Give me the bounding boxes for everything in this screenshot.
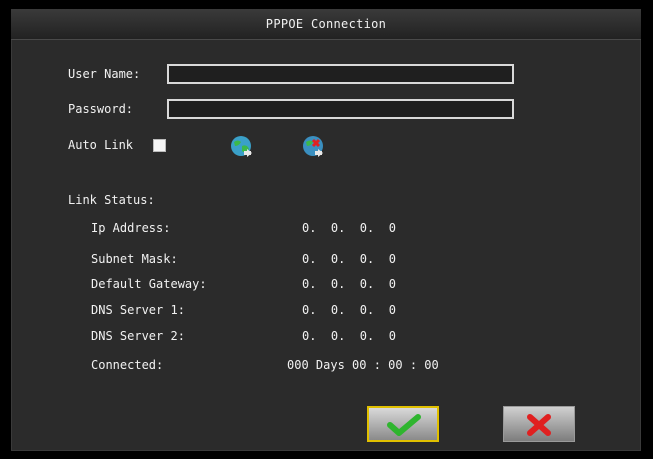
ip-address-label: Ip Address: <box>91 221 171 235</box>
password-label: Password: <box>68 102 134 116</box>
screen: PPPOE Connection User Name: Password: Au… <box>0 0 653 459</box>
red-x-icon <box>527 414 551 436</box>
default-gateway-label: Default Gateway: <box>91 277 207 291</box>
subnet-mask-value: 0. 0. 0. 0 <box>302 252 396 266</box>
dialog-title: PPPOE Connection <box>11 9 641 40</box>
green-checkmark-icon <box>387 414 421 436</box>
dns-server-2-value: 0. 0. 0. 0 <box>302 329 396 343</box>
connected-duration: 000 Days 00 : 00 : 00 <box>287 358 439 372</box>
password-input[interactable] <box>167 99 514 119</box>
dns-server-2-label: DNS Server 2: <box>91 329 185 343</box>
auto-link-checkbox[interactable] <box>153 139 166 152</box>
pppoe-dialog: PPPOE Connection User Name: Password: Au… <box>11 9 641 451</box>
globe-disconnect-icon[interactable] <box>301 134 327 160</box>
subnet-mask-label: Subnet Mask: <box>91 252 178 266</box>
dns-server-1-value: 0. 0. 0. 0 <box>302 303 396 317</box>
link-status-header: Link Status: <box>68 193 155 207</box>
ok-button[interactable] <box>367 406 439 442</box>
user-name-input[interactable] <box>167 64 514 84</box>
globe-connect-icon[interactable] <box>229 134 255 160</box>
user-name-label: User Name: <box>68 67 141 81</box>
connected-label: Connected: <box>91 358 164 372</box>
dns-server-1-label: DNS Server 1: <box>91 303 185 317</box>
default-gateway-value: 0. 0. 0. 0 <box>302 277 396 291</box>
auto-link-label: Auto Link <box>68 138 134 152</box>
cancel-button[interactable] <box>503 406 575 442</box>
ip-address-value: 0. 0. 0. 0 <box>302 221 396 235</box>
